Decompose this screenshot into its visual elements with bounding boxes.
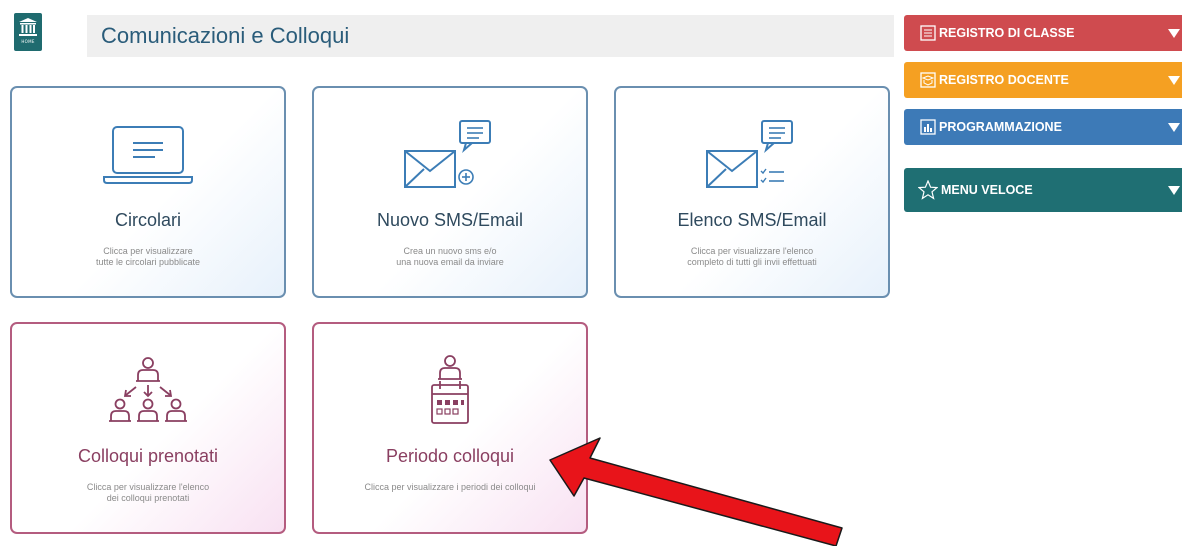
- red-arrow-annotation: [549, 437, 843, 546]
